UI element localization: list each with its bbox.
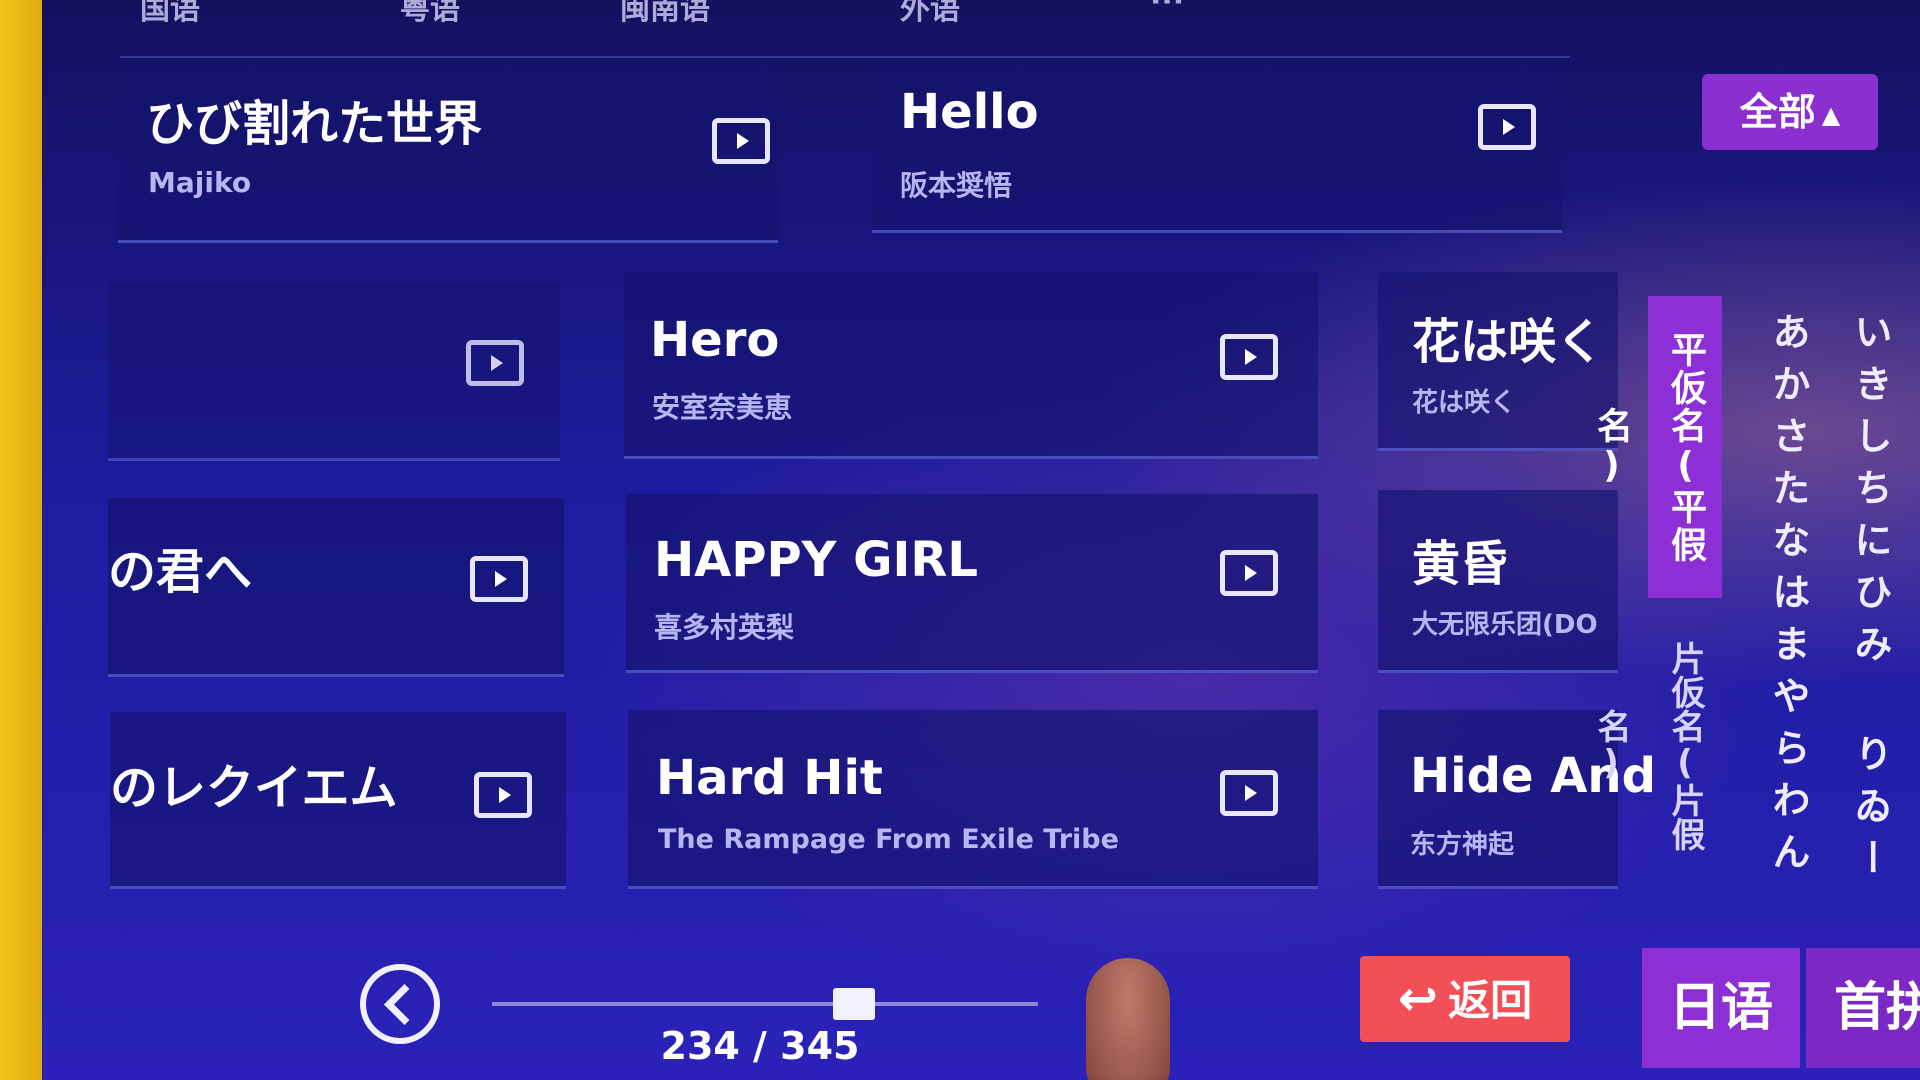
tab-katakana[interactable]: 片仮名(片假名)	[1591, 616, 1722, 876]
song-artist: The Rampage From Exile Tribe	[658, 824, 1119, 855]
user-finger	[1086, 958, 1170, 1080]
song-title: 花は咲く	[1412, 314, 1605, 370]
play-video-button[interactable]	[1220, 550, 1278, 596]
screen-bezel	[0, 0, 42, 1080]
divider	[120, 56, 1570, 58]
song-card[interactable]: Hero 安室奈美恵	[624, 272, 1318, 459]
song-title: Hard Hit	[656, 750, 883, 806]
tab-hiragana[interactable]: 平仮名(平假名)	[1591, 296, 1722, 598]
play-icon	[1245, 349, 1257, 365]
song-title: Hello	[900, 84, 1039, 140]
play-icon	[499, 787, 511, 803]
song-artist: 花は咲く	[1412, 388, 1517, 418]
chevron-left-icon	[383, 983, 426, 1026]
song-title: 黄昏	[1412, 536, 1509, 592]
play-icon	[1245, 785, 1257, 801]
song-title: のレクイエム	[110, 760, 398, 816]
song-card[interactable]: ひび割れた世界 Majiko	[118, 62, 778, 243]
tab-hokkien[interactable]: 闽南语	[620, 0, 710, 28]
song-title: Hero	[650, 312, 780, 368]
play-video-button[interactable]	[466, 340, 524, 386]
tab-foreign[interactable]: 外语	[900, 0, 960, 28]
page-indicator: 234 / 345	[660, 1024, 860, 1068]
play-icon	[1503, 119, 1515, 135]
page-slider[interactable]	[492, 988, 1038, 1020]
play-icon	[491, 355, 503, 371]
tab-cantonese[interactable]: 粤语	[400, 0, 460, 28]
back-label: 返回	[1448, 976, 1533, 1025]
play-icon	[737, 133, 749, 149]
song-card[interactable]: 黄昏 大无限乐团(DO	[1378, 490, 1618, 673]
song-title: の君へ	[108, 544, 253, 600]
song-artist: 安室奈美恵	[652, 391, 793, 424]
song-title: HAPPY GIRL	[654, 532, 978, 588]
song-card[interactable]: Hello 阪本奨悟	[872, 62, 1562, 233]
song-artist: 喜多村英梨	[654, 611, 795, 644]
song-artist: 大无限乐团(DO	[1412, 610, 1598, 640]
kana-index-panel: 平仮名(平假名) 片仮名(片假名)	[1591, 296, 1724, 876]
tab-japanese[interactable]: 日语	[1642, 948, 1800, 1068]
play-video-button[interactable]	[1220, 334, 1278, 380]
filter-all-button[interactable]: 全部 ▲	[1702, 74, 1878, 150]
karaoke-song-list-screen: 国语 粤语 闽南语 外语 ··· ひび割れた世界 Majiko Hello 阪本…	[0, 0, 1920, 1080]
back-button[interactable]: ↩ 返回	[1360, 956, 1570, 1042]
prev-page-button[interactable]	[360, 964, 440, 1044]
play-icon	[1245, 565, 1257, 581]
play-video-button[interactable]	[1220, 770, 1278, 816]
filter-label: 全部	[1739, 90, 1816, 134]
tab-mandarin[interactable]: 国语	[140, 0, 200, 28]
play-icon	[495, 571, 507, 587]
song-card[interactable]: HAPPY GIRL 喜多村英梨	[626, 494, 1318, 673]
song-artist: Majiko	[148, 166, 252, 199]
page-slider-thumb[interactable]	[833, 988, 875, 1020]
kana-index-column[interactable]: あかさたなはまやらわん	[1758, 312, 1818, 884]
play-video-button[interactable]	[470, 556, 528, 602]
tab-more[interactable]: ···	[1150, 0, 1184, 19]
song-card[interactable]: のレクイエム	[110, 712, 566, 889]
kana-index-column[interactable]: いきしちにひみ りゐー	[1840, 312, 1900, 890]
tab-initials[interactable]: 首拼	[1806, 948, 1920, 1068]
caret-up-icon: ▲	[1821, 100, 1841, 129]
song-card[interactable]	[108, 282, 560, 461]
song-artist: 东方神起	[1410, 830, 1515, 860]
category-tabs: 国语 粤语 闽南语 外语 ···	[0, 0, 1600, 27]
play-video-button[interactable]	[474, 772, 532, 818]
song-title: ひび割れた世界	[146, 96, 483, 152]
play-video-button[interactable]	[712, 118, 770, 164]
song-card[interactable]: の君へ	[108, 498, 564, 677]
song-card[interactable]: Hard Hit The Rampage From Exile Tribe	[628, 710, 1318, 889]
play-video-button[interactable]	[1478, 104, 1536, 150]
song-artist: 阪本奨悟	[900, 169, 1013, 202]
reply-arrow-icon: ↩	[1397, 971, 1439, 1027]
